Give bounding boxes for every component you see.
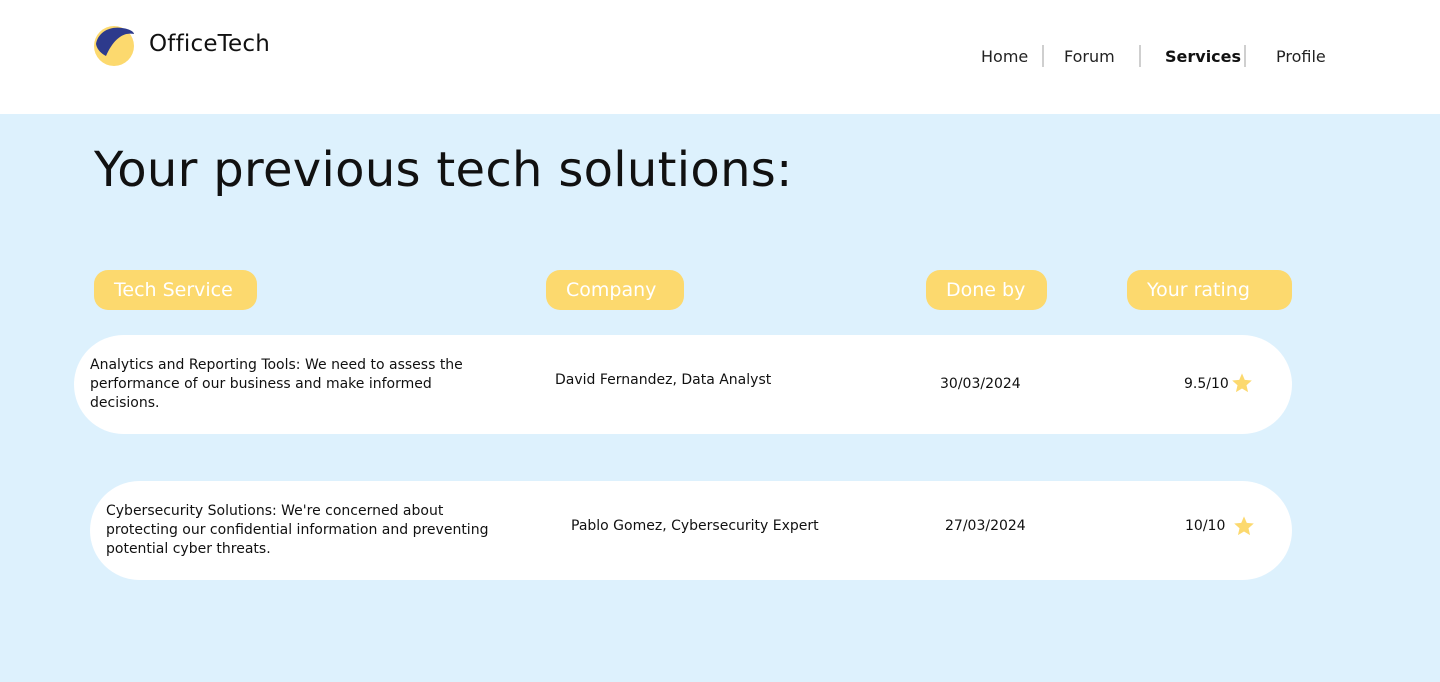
star-icon bbox=[1234, 516, 1254, 536]
main-nav: Home Forum Services Profile bbox=[0, 45, 1440, 69]
nav-divider bbox=[1042, 45, 1044, 67]
column-header-your-rating: Your rating bbox=[1127, 270, 1292, 310]
row-date: 30/03/2024 bbox=[940, 376, 1021, 392]
star-icon bbox=[1232, 373, 1252, 393]
nav-home[interactable]: Home bbox=[981, 45, 1028, 69]
table-row[interactable]: Cybersecurity Solutions: We're concerned… bbox=[90, 481, 1292, 580]
column-header-tech-service: Tech Service bbox=[94, 270, 257, 310]
row-rating: 9.5/10 bbox=[1184, 376, 1229, 392]
nav-forum[interactable]: Forum bbox=[1064, 45, 1115, 69]
header: OfficeTech Home Forum Services Profile bbox=[0, 0, 1440, 114]
row-date: 27/03/2024 bbox=[945, 518, 1026, 534]
nav-divider bbox=[1244, 45, 1246, 67]
row-company: David Fernandez, Data Analyst bbox=[555, 372, 772, 388]
column-header-company: Company bbox=[546, 270, 684, 310]
nav-profile[interactable]: Profile bbox=[1276, 45, 1326, 69]
row-service: Analytics and Reporting Tools: We need t… bbox=[90, 357, 463, 411]
column-header-done-by: Done by bbox=[926, 270, 1047, 310]
nav-divider bbox=[1139, 45, 1141, 67]
row-company: Pablo Gomez, Cybersecurity Expert bbox=[571, 518, 819, 534]
row-rating: 10/10 bbox=[1185, 518, 1226, 534]
table-row[interactable]: Analytics and Reporting Tools: We need t… bbox=[74, 335, 1292, 434]
page-title: Your previous tech solutions: bbox=[94, 142, 793, 198]
row-service: Cybersecurity Solutions: We're concerned… bbox=[106, 503, 489, 557]
nav-services[interactable]: Services bbox=[1165, 45, 1241, 69]
main-content: Your previous tech solutions: Tech Servi… bbox=[0, 114, 1440, 682]
